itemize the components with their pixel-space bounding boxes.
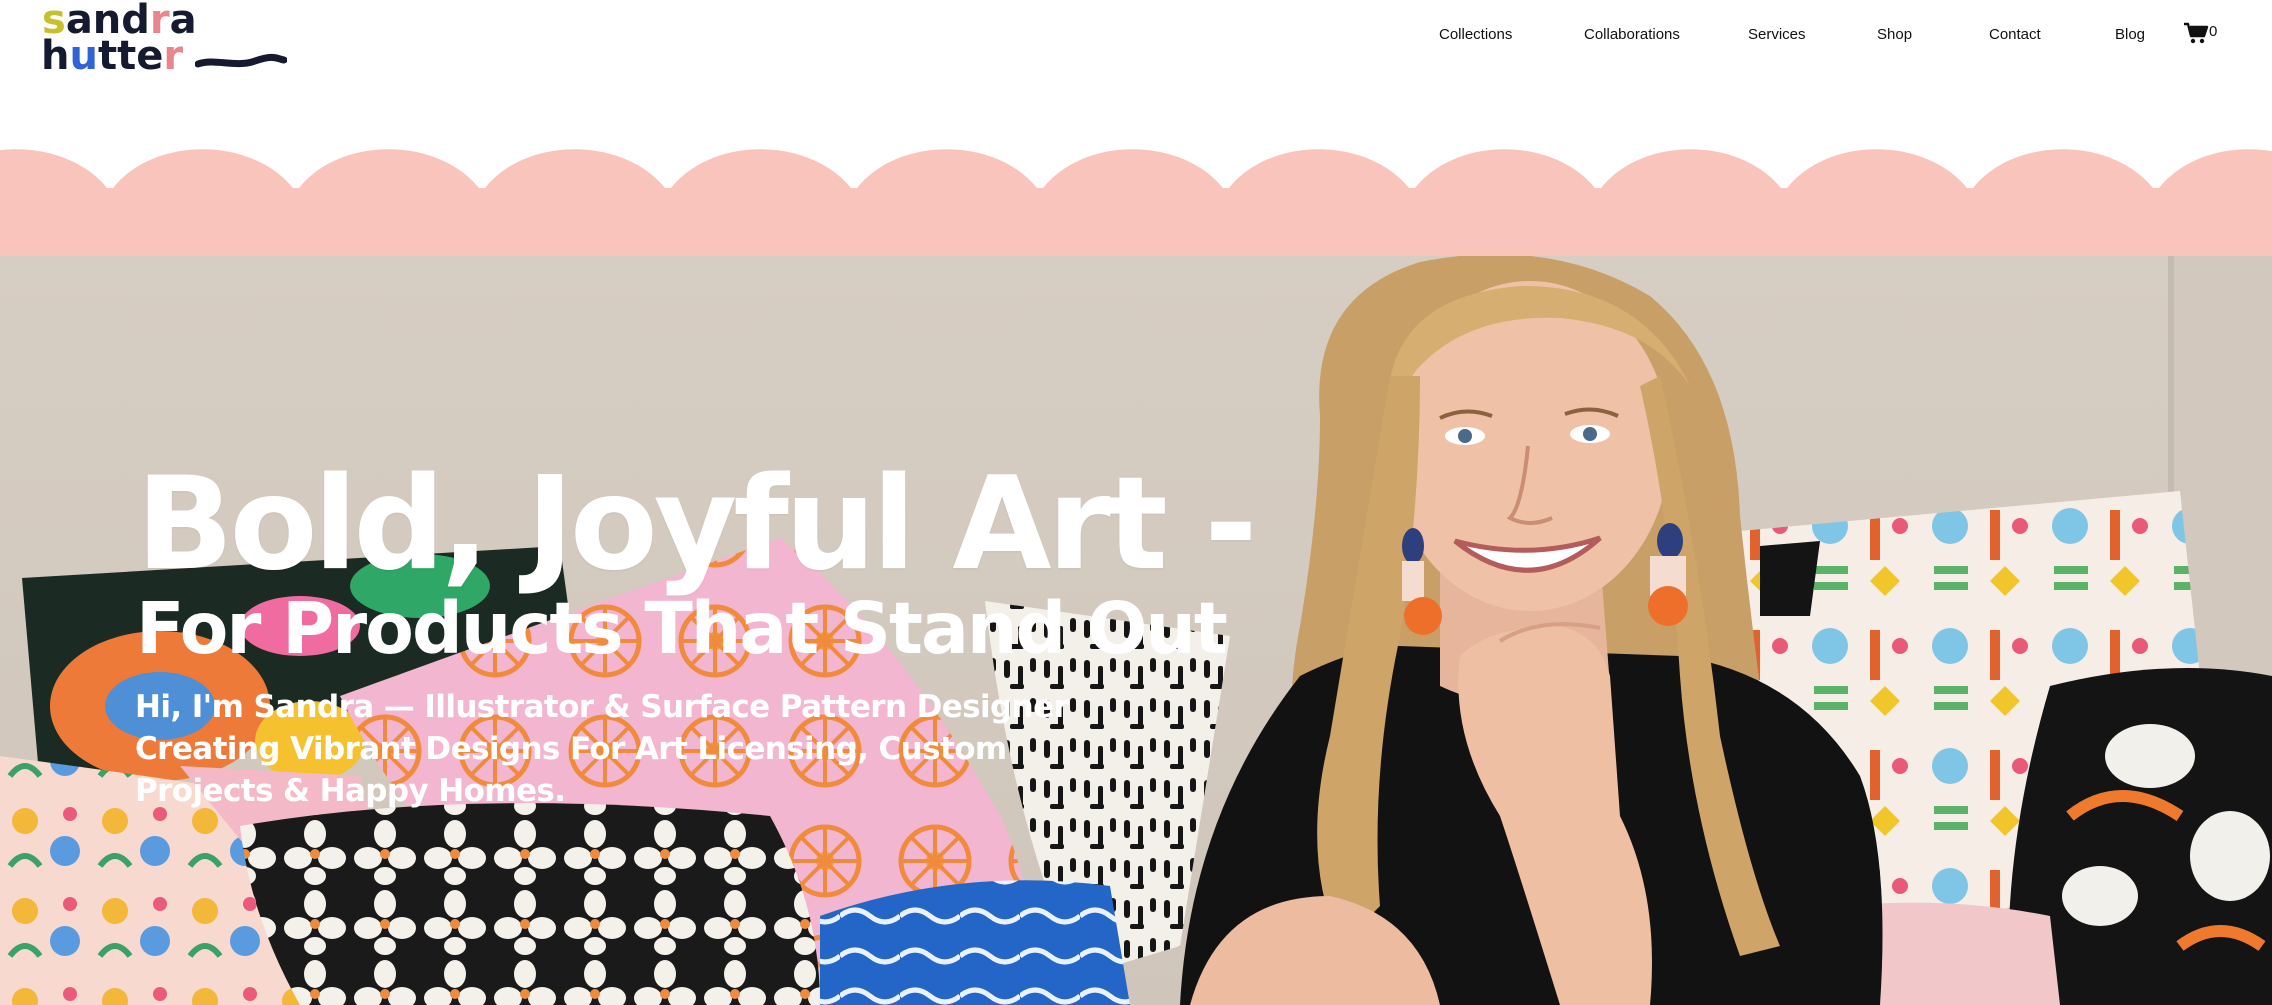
shopping-cart-icon <box>2184 22 2209 44</box>
scallop-row <box>0 149 2272 192</box>
nav-collaborations[interactable]: Collaborations <box>1584 26 1680 43</box>
scallop-divider <box>0 149 2272 256</box>
hero-subheadline: For Products That Stand Out <box>136 587 1228 670</box>
nav-blog[interactable]: Blog <box>2115 26 2145 43</box>
hero-intro: Hi, I'm Sandra — Illustrator & Surface P… <box>135 689 1069 809</box>
cart-button[interactable]: 0 <box>2183 21 2227 47</box>
nav-contact[interactable]: Contact <box>1989 26 2041 43</box>
logo-swoosh-icon <box>195 53 287 68</box>
nav-services[interactable]: Services <box>1748 26 1806 43</box>
nav-shop[interactable]: Shop <box>1877 26 1912 43</box>
logo-line-2: hutter <box>41 33 184 79</box>
site-header: sandra hutter Collections Collaborations… <box>0 0 2272 148</box>
logo[interactable]: sandra hutter <box>38 0 287 79</box>
nav-collections[interactable]: Collections <box>1439 26 1512 43</box>
hero: Bold, Joyful Art - For Products That Sta… <box>0 256 2272 1005</box>
hero-headline: Bold, Joyful Art - <box>136 450 1257 599</box>
cart-count: 0 <box>2209 23 2218 40</box>
